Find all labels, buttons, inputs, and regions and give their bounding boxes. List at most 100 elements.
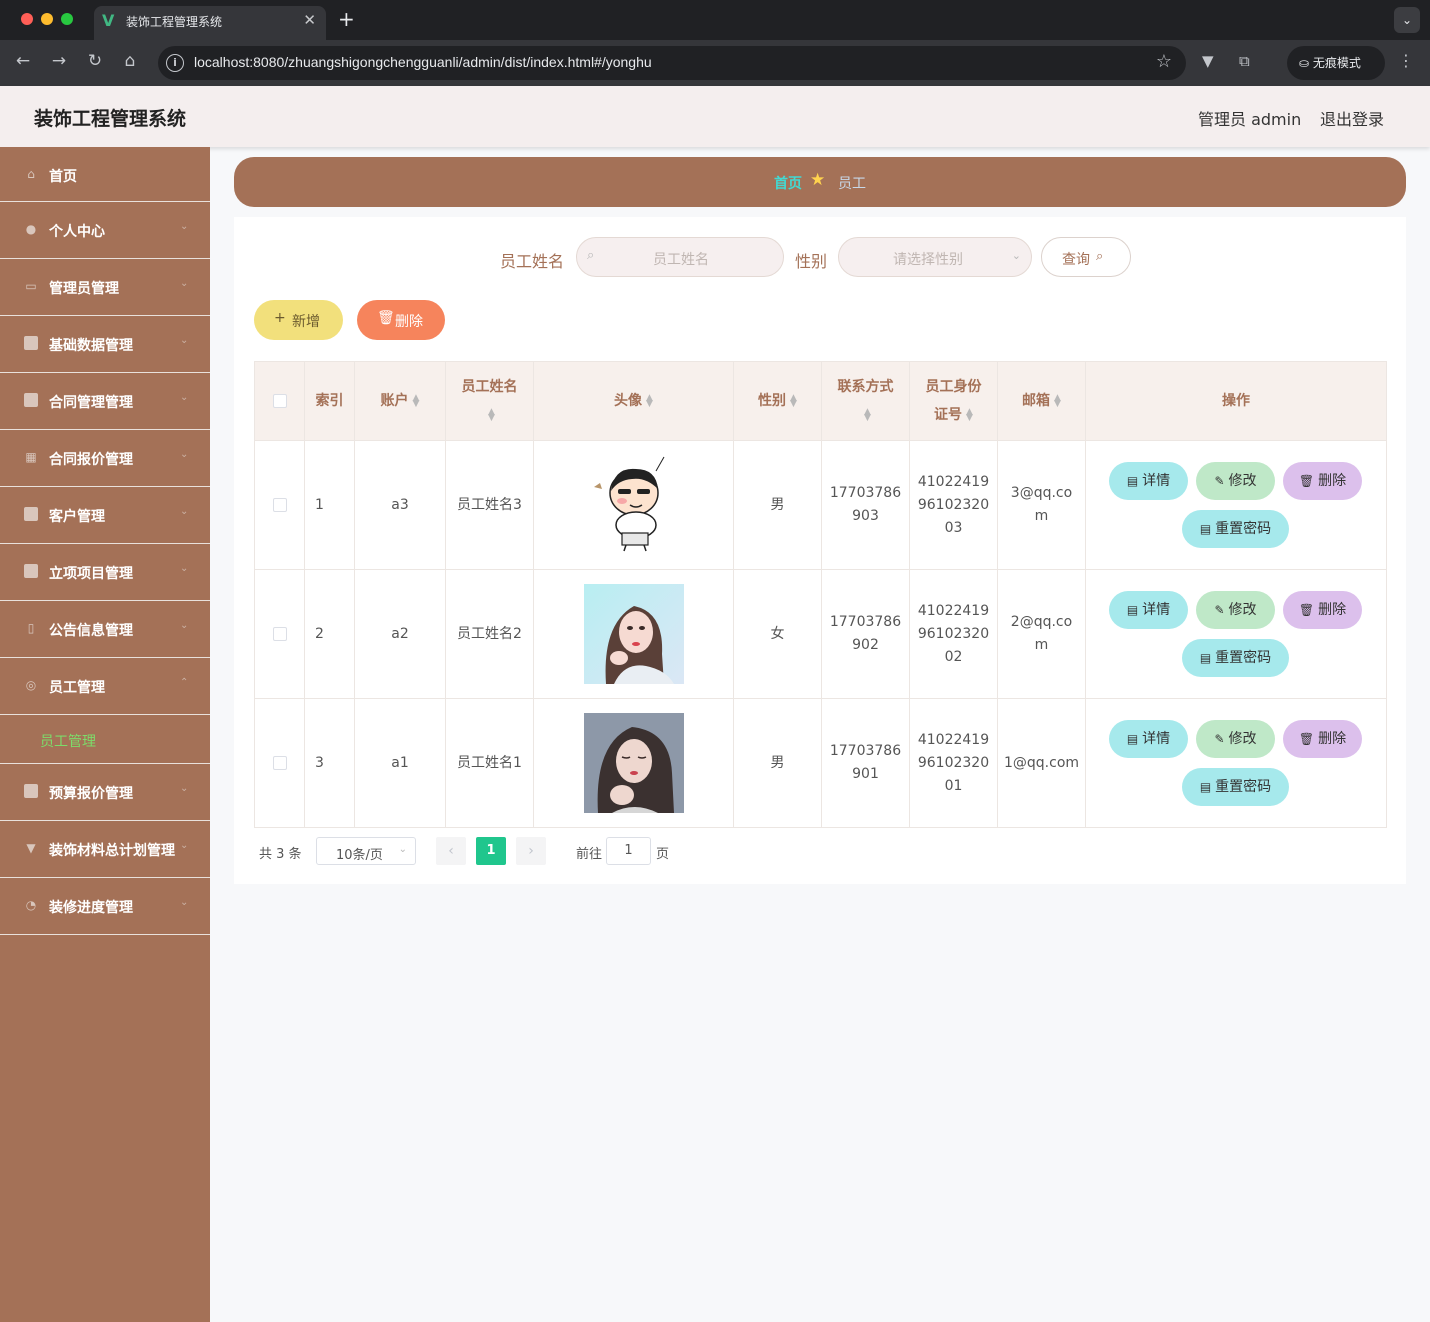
reload-icon[interactable]: ↻ (83, 51, 107, 71)
minimize-window-button[interactable] (41, 13, 53, 25)
col-email[interactable]: 邮箱 ▲ ▼ (997, 361, 1086, 441)
page-size-select[interactable]: 10条/页 ⌄ (316, 837, 416, 865)
cell-idcard: 41022419 96102320 02 (909, 569, 998, 699)
detail-label: 详情 (1142, 731, 1171, 747)
select-all-checkbox[interactable] (272, 394, 287, 408)
incognito-badge[interactable]: ⛀ 无痕模式 (1287, 46, 1385, 80)
logout-link[interactable]: 退出登录 (1320, 106, 1384, 130)
col-phone[interactable]: 联系方式 ▲ ▼ (821, 361, 910, 441)
page-number-current[interactable]: 1 (476, 837, 506, 865)
sidebar-subitem-employee[interactable]: 员工管理 (0, 715, 210, 764)
home-icon[interactable]: ⌂ (118, 51, 142, 71)
delete-button[interactable]: 🗑 删除 (1283, 591, 1362, 629)
sort-icon[interactable]: ▲ ▼ (413, 394, 420, 409)
delete-button[interactable]: 🗑 删除 (1283, 720, 1362, 758)
add-label: 新增 (292, 314, 320, 330)
sidebar-item-budget[interactable]: 预算报价管理 ⌄ (0, 764, 210, 821)
new-tab-icon[interactable]: + (338, 7, 355, 31)
sidebar-item-contract-quote[interactable]: ▦ 合同报价管理 ⌄ (0, 430, 210, 487)
close-window-button[interactable] (21, 13, 33, 25)
sidebar-item-notice[interactable]: ▯ 公告信息管理 ⌄ (0, 601, 210, 658)
gender-select[interactable]: 请选择性别 ⌄ (838, 237, 1032, 277)
batch-delete-button[interactable]: 🗑 删除 (357, 300, 445, 340)
sort-icon[interactable]: ▲ ▼ (488, 408, 495, 423)
bookmark-star-icon[interactable]: ☆ (1156, 51, 1172, 72)
sort-icon[interactable]: ▲ ▼ (1054, 394, 1061, 409)
sidebar-item-admin[interactable]: ▭ 管理员管理 ⌄ (0, 259, 210, 316)
sort-icon[interactable]: ▲ ▼ (966, 408, 973, 423)
sidebar-item-home[interactable]: ⌂ 首页 (0, 147, 210, 202)
site-info-icon[interactable]: i (166, 54, 184, 72)
sidebar-item-profile[interactable]: ● 个人中心 ⌄ (0, 202, 210, 259)
sidebar-item-contract[interactable]: 合同管理管理 ⌄ (0, 373, 210, 430)
col-gender[interactable]: 性别 ▲ ▼ (733, 361, 822, 441)
portrait-avatar-image[interactable] (583, 584, 684, 684)
sidebar-item-label: 客户管理 (49, 509, 105, 525)
extensions-icon[interactable]: ⧉ (1239, 52, 1250, 70)
goto-page-input[interactable]: 1 (606, 837, 651, 865)
edit-button[interactable]: ✎ 修改 (1196, 591, 1275, 629)
idcard-line: 03 (944, 519, 963, 536)
sidebar-item-basic-data[interactable]: 基础数据管理 ⌄ (0, 316, 210, 373)
row-checkbox[interactable] (272, 626, 287, 641)
sidebar-item-project[interactable]: 立项项目管理 ⌄ (0, 544, 210, 601)
sort-icon[interactable]: ▲ ▼ (646, 394, 653, 409)
address-bar[interactable]: i localhost:8080/zhuangshigongchengguanl… (158, 46, 1186, 80)
row-checkbox[interactable] (272, 497, 287, 512)
cell-idcard: 41022419 96102320 01 (909, 698, 998, 828)
chevron-down-icon: ⌄ (180, 449, 189, 460)
sort-icon[interactable]: ▲ ▼ (864, 408, 871, 423)
sidebar-item-progress[interactable]: ◔ 装修进度管理 ⌄ (0, 878, 210, 935)
sidebar-item-label: 公告信息管理 (49, 623, 133, 639)
sidebar-item-customer[interactable]: 客户管理 ⌄ (0, 487, 210, 544)
prev-page-icon[interactable]: ‹ (436, 837, 466, 865)
sidebar-item-material[interactable]: ▼ 装饰材料总计划管理 ⌄ (0, 821, 210, 878)
next-page-icon[interactable]: › (516, 837, 546, 865)
maximize-window-button[interactable] (61, 13, 73, 25)
goto-unit: 页 (656, 847, 670, 862)
gender-select-placeholder: 请选择性别 (893, 252, 963, 268)
vue-logo-icon: V (102, 11, 115, 30)
delete-button[interactable]: 🗑 删除 (1283, 462, 1362, 500)
pencil-icon: ✎ (1214, 474, 1225, 488)
tab-search-icon[interactable]: ⌄ (1394, 7, 1420, 33)
query-button[interactable]: 查询 ⌕ (1041, 237, 1131, 277)
cartoon-avatar-image[interactable] (583, 455, 684, 555)
col-avatar[interactable]: 头像 ▲ ▼ (533, 361, 734, 441)
cell-account: a3 (354, 440, 446, 570)
vue-devtools-icon[interactable]: ▼ (1202, 52, 1214, 70)
reset-password-button[interactable]: ▤ 重置密码 (1182, 639, 1289, 677)
briefcase-icon (24, 336, 38, 350)
row-select-cell (254, 440, 305, 570)
row-checkbox[interactable] (272, 755, 287, 770)
edit-button[interactable]: ✎ 修改 (1196, 462, 1275, 500)
edit-button[interactable]: ✎ 修改 (1196, 720, 1275, 758)
breadcrumb: 首页 ★ 员工 (234, 157, 1406, 207)
col-account[interactable]: 账户 ▲ ▼ (354, 361, 446, 441)
col-name[interactable]: 员工姓名 ▲ ▼ (445, 361, 534, 441)
cell-gender: 男 (733, 698, 822, 828)
sidebar-item-label: 立项项目管理 (49, 566, 133, 582)
forward-icon[interactable]: → (47, 51, 71, 71)
more-menu-icon[interactable]: ⋮ (1398, 51, 1414, 70)
col-idcard[interactable]: 员工身份 证号 ▲ ▼ (909, 361, 998, 441)
back-icon[interactable]: ← (11, 51, 35, 71)
gender-label: 性别 (795, 252, 828, 271)
chevron-down-icon: ⌄ (180, 563, 189, 574)
breadcrumb-home[interactable]: 首页 (774, 173, 802, 193)
browser-tab[interactable]: V 装饰工程管理系统 ✕ (94, 6, 326, 40)
name-search-input[interactable]: ⌕ 员工姓名 (576, 237, 784, 277)
reset-password-button[interactable]: ▤ 重置密码 (1182, 768, 1289, 806)
incognito-label: 无痕模式 (1312, 56, 1361, 70)
sidebar-item-employee[interactable]: ◎ 员工管理 ⌃ (0, 658, 210, 715)
cell-avatar (533, 698, 734, 828)
add-button[interactable]: + 新增 (254, 300, 343, 340)
sort-icon[interactable]: ▲ ▼ (790, 394, 797, 409)
detail-button[interactable]: ▤ 详情 (1109, 720, 1188, 758)
detail-button[interactable]: ▤ 详情 (1109, 462, 1188, 500)
detail-button[interactable]: ▤ 详情 (1109, 591, 1188, 629)
portrait-avatar-image[interactable] (583, 713, 684, 813)
tab-close-icon[interactable]: ✕ (303, 11, 316, 29)
col-avatar-label: 头像 (614, 393, 643, 409)
reset-password-button[interactable]: ▤ 重置密码 (1182, 510, 1289, 548)
